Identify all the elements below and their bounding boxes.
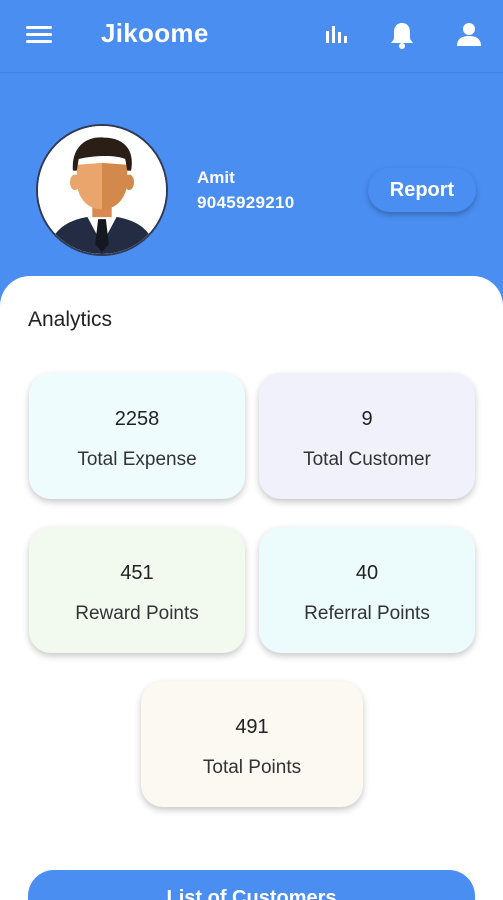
bar-chart-icon[interactable] <box>319 18 353 52</box>
analytics-panel: Analytics 2258 Total Expense 9 Total Cus… <box>0 276 503 900</box>
card-reward-points[interactable]: 451 Reward Points <box>29 527 245 653</box>
user-phone: 9045929210 <box>197 193 295 212</box>
card-value: 491 <box>235 716 269 738</box>
avatar[interactable] <box>36 124 168 256</box>
card-label: Referral Points <box>304 603 430 624</box>
card-value: 9 <box>361 408 373 430</box>
card-label: Total Points <box>202 757 302 778</box>
menu-icon[interactable] <box>24 22 54 48</box>
app-bar-divider <box>0 72 503 73</box>
card-label: Total Customer <box>303 449 431 470</box>
report-button[interactable]: Report <box>368 168 476 212</box>
card-value: 451 <box>120 562 154 584</box>
app-title: Jikoome <box>101 18 209 48</box>
person-icon[interactable] <box>452 18 486 52</box>
analytics-title: Analytics <box>28 308 113 331</box>
card-value: 2258 <box>114 408 160 430</box>
app-bar: Jikoome <box>0 0 503 72</box>
card-label: Reward Points <box>75 603 199 624</box>
card-value: 40 <box>355 562 379 584</box>
card-total-points[interactable]: 491 Total Points <box>141 681 363 807</box>
card-label: Total Expense <box>77 449 197 470</box>
user-name: Amit <box>197 168 235 187</box>
card-total-expense[interactable]: 2258 Total Expense <box>29 373 245 499</box>
card-referral-points[interactable]: 40 Referral Points <box>259 527 475 653</box>
list-of-customers-button[interactable]: List of Customers <box>28 870 475 900</box>
bell-icon[interactable] <box>385 18 419 52</box>
card-total-customer[interactable]: 9 Total Customer <box>259 373 475 499</box>
